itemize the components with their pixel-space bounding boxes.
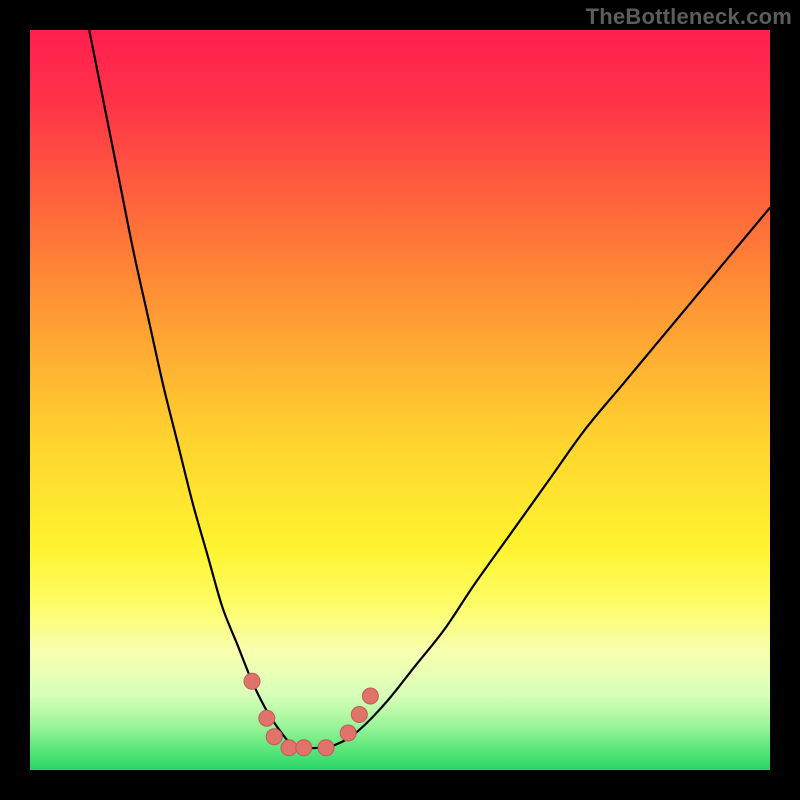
curve-marker xyxy=(362,688,378,704)
curve-marker xyxy=(244,673,260,689)
chart-svg xyxy=(30,30,770,770)
curve-marker xyxy=(281,740,297,756)
bottleneck-curve xyxy=(89,30,770,748)
curve-marker xyxy=(266,729,282,745)
curve-marker xyxy=(259,710,275,726)
chart-frame: TheBottleneck.com xyxy=(0,0,800,800)
curve-marker xyxy=(296,740,312,756)
curve-markers xyxy=(244,673,378,756)
curve-marker xyxy=(318,740,334,756)
curve-marker xyxy=(340,725,356,741)
plot-area xyxy=(30,30,770,770)
watermark-text: TheBottleneck.com xyxy=(586,4,792,30)
curve-marker xyxy=(351,707,367,723)
